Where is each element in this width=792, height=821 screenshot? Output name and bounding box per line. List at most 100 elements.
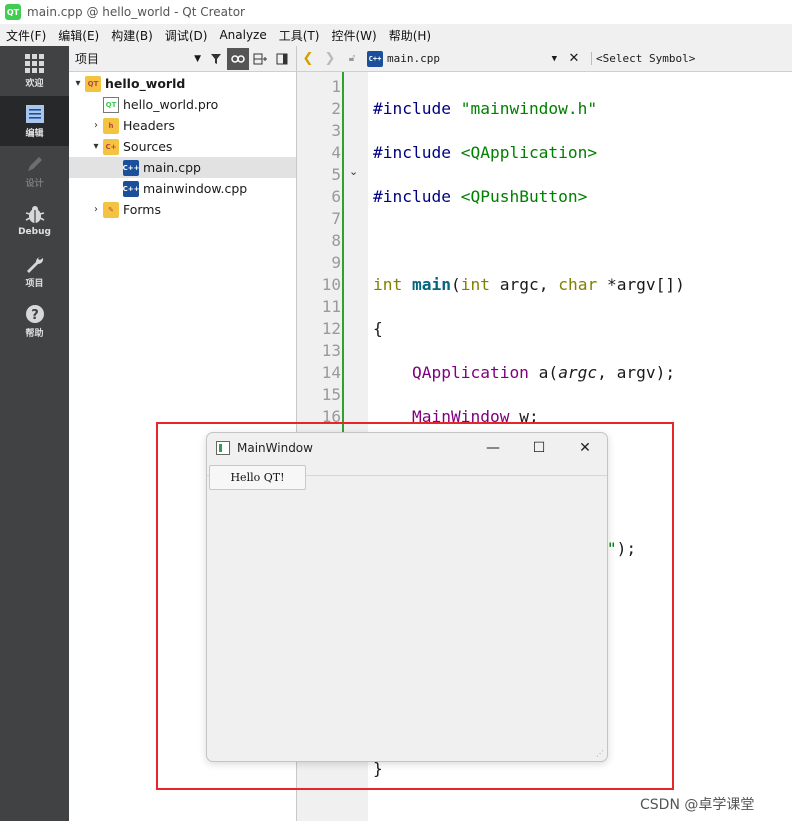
code-line-5: int main(int argc, char *argv[]): [373, 275, 685, 294]
line-number: 7: [331, 209, 341, 228]
tree-item-label: hello_world: [105, 76, 186, 91]
tree-item-label: hello_world.pro: [123, 97, 219, 112]
menu-analyze[interactable]: Analyze: [213, 28, 272, 42]
line-number: 10: [321, 275, 341, 294]
folder-icon: h: [103, 117, 119, 134]
menu-file[interactable]: 文件(F): [0, 27, 52, 44]
code-line-6: {: [373, 319, 383, 338]
mode-projects-label: 项目: [25, 278, 44, 289]
close-sidebar-icon[interactable]: [271, 48, 293, 70]
filter-icon[interactable]: [205, 48, 227, 70]
mode-help-label: 帮助: [25, 328, 44, 339]
line-number: 14: [321, 363, 341, 382]
app-title-bar: QT main.cpp @ hello_world - Qt Creator: [0, 0, 792, 24]
mode-sidebar: 欢迎 编辑 设计 Debug 项目 ? 帮助: [0, 46, 69, 821]
menu-build[interactable]: 构建(B): [105, 27, 159, 44]
menu-edit[interactable]: 编辑(E): [52, 27, 105, 44]
tree-item-sources[interactable]: ▾ C+ Sources: [69, 136, 296, 157]
window-title: main.cpp @ hello_world - Qt Creator: [27, 5, 245, 19]
watermark: CSDN @卓学课堂: [640, 797, 755, 813]
mode-welcome-label: 欢迎: [25, 78, 44, 89]
lock-icon: 🔓︎: [348, 53, 356, 64]
line-number: 8: [331, 231, 341, 250]
fold-arrow-icon[interactable]: ⌄: [349, 165, 358, 178]
line-number: 9: [331, 253, 341, 272]
line-number: 5: [331, 165, 341, 184]
tree-item-label: Forms: [123, 202, 162, 217]
mode-design-label: 设计: [25, 178, 44, 189]
change-marker: [342, 72, 344, 432]
menu-bar: 文件(F) 编辑(E) 构建(B) 调试(D) Analyze 工具(T) 控件…: [0, 24, 792, 46]
resize-grip-icon[interactable]: ⋰: [596, 749, 604, 758]
code-line-3: #include <QPushButton>: [373, 187, 588, 206]
open-file-combo[interactable]: C++ main.cpp ▼: [363, 49, 563, 69]
mode-debug-label: Debug: [18, 227, 51, 237]
split-icon[interactable]: [249, 48, 271, 70]
mode-edit[interactable]: 编辑: [0, 96, 69, 146]
tree-item-pro-file[interactable]: QT hello_world.pro: [69, 94, 296, 115]
hello-button[interactable]: Hello QT!: [209, 465, 306, 490]
menu-tools[interactable]: 工具(T): [273, 27, 326, 44]
menu-debug[interactable]: 调试(D): [159, 27, 214, 44]
qt-logo-icon: QT: [5, 4, 21, 20]
pencil-icon: [27, 156, 42, 171]
tree-item-label: Sources: [123, 139, 173, 154]
mode-help[interactable]: ? 帮助: [0, 296, 69, 346]
code-line-1: #include "mainwindow.h": [373, 99, 598, 118]
tree-item-label: main.cpp: [143, 160, 201, 175]
line-number: 1: [331, 77, 341, 96]
bug-icon: [25, 206, 44, 223]
tree-item-mainwindow-cpp[interactable]: C++ mainwindow.cpp: [69, 178, 296, 199]
mode-design[interactable]: 设计: [0, 146, 69, 196]
chevron-down-icon: ▼: [194, 53, 201, 64]
expand-arrow-icon[interactable]: ›: [89, 204, 103, 215]
expand-arrow-icon[interactable]: ▾: [89, 141, 103, 152]
expand-arrow-icon[interactable]: ›: [89, 120, 103, 131]
line-number: 4: [331, 143, 341, 162]
menu-widgets[interactable]: 控件(W): [325, 27, 382, 44]
project-view-combo[interactable]: 项目 ▼: [71, 49, 205, 69]
expand-arrow-icon[interactable]: ▾: [71, 78, 85, 89]
help-icon: ?: [25, 304, 44, 323]
mode-welcome[interactable]: 欢迎: [0, 46, 69, 96]
main-window-title-bar[interactable]: MainWindow — ☐ ✕: [207, 433, 607, 463]
link-icon[interactable]: [227, 47, 249, 70]
editor-toolbar: ❮ ❯ 🔓︎ C++ main.cpp ▼ ✕ <Select Symbol>: [297, 46, 792, 72]
folder-icon: QT: [85, 75, 101, 92]
forward-arrow-icon[interactable]: ❯: [319, 51, 341, 66]
minimize-icon[interactable]: —: [470, 433, 516, 463]
tree-item-forms[interactable]: › ✎ Forms: [69, 199, 296, 220]
close-document-icon[interactable]: ✕: [563, 51, 585, 66]
project-panel-header: 项目 ▼: [69, 46, 296, 72]
line-number: 3: [331, 121, 341, 140]
tree-item-headers[interactable]: › h Headers: [69, 115, 296, 136]
folder-icon: ✎: [103, 201, 119, 218]
mode-projects[interactable]: 项目: [0, 246, 69, 296]
project-view-combo-label: 项目: [75, 52, 100, 66]
menu-help[interactable]: 帮助(H): [383, 27, 437, 44]
code-line-7: QApplication a(argc, argv);: [411, 363, 676, 382]
wrench-icon: [26, 256, 43, 273]
open-file-name: main.cpp: [387, 52, 440, 65]
mode-debug[interactable]: Debug: [0, 196, 69, 246]
line-number: 2: [331, 99, 341, 118]
tree-item-label: mainwindow.cpp: [143, 181, 248, 196]
back-arrow-icon[interactable]: ❮: [297, 51, 319, 66]
tree-item-main-cpp[interactable]: C++ main.cpp: [69, 157, 296, 178]
symbol-selector[interactable]: <Select Symbol>: [591, 52, 695, 65]
cpp-file-icon: C++: [123, 159, 139, 176]
line-number: 12: [321, 319, 341, 338]
chevron-down-icon: ▼: [551, 53, 557, 64]
app-window-icon: [216, 441, 230, 455]
cpp-file-icon: C++: [123, 180, 139, 197]
line-number: 6: [331, 187, 341, 206]
main-window[interactable]: MainWindow — ☐ ✕ Hello QT! ⋰: [206, 432, 608, 762]
project-tree: ▾ QT hello_world QT hello_world.pro › h …: [69, 72, 296, 220]
main-window-title: MainWindow: [237, 441, 313, 455]
line-number: 13: [321, 341, 341, 360]
tree-item-hello-world[interactable]: ▾ QT hello_world: [69, 73, 296, 94]
tree-item-label: Headers: [123, 118, 176, 133]
maximize-icon[interactable]: ☐: [516, 433, 562, 463]
close-icon[interactable]: ✕: [562, 433, 607, 463]
